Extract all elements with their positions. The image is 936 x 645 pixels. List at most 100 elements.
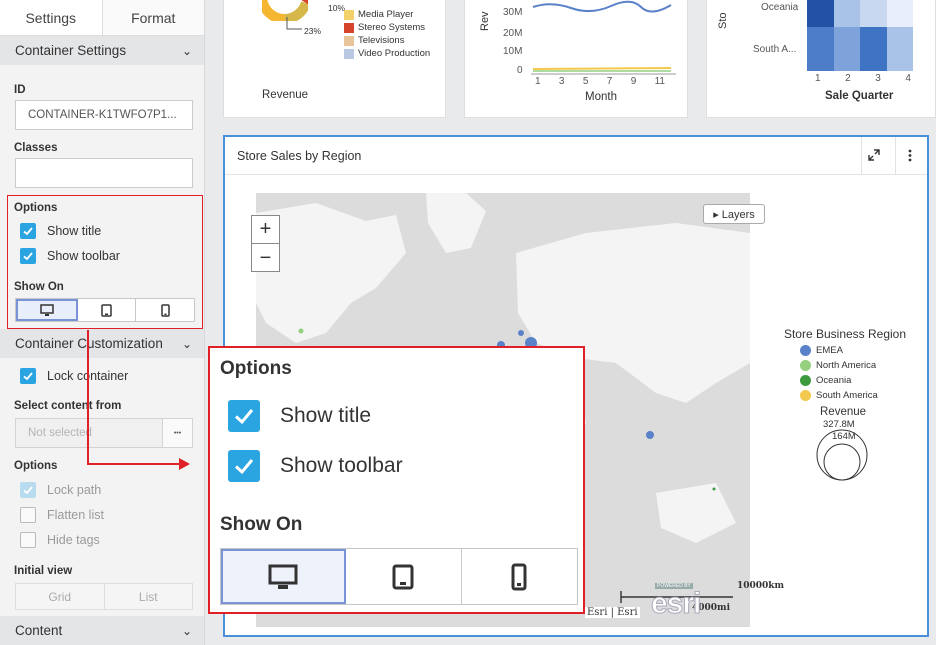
checkbox-checked-icon — [228, 450, 260, 482]
legend-dot — [800, 390, 811, 401]
map-legend-item: EMEA — [800, 343, 920, 358]
scale-km: 10000km — [737, 581, 785, 591]
series-line-low — [532, 67, 672, 70]
lock-path-label: Lock path — [47, 483, 102, 497]
legend-swatch — [344, 48, 354, 59]
flatten-list-checkbox[interactable]: Flatten list — [20, 507, 104, 523]
map-attribution[interactable]: Esri | Esri — [585, 607, 640, 618]
container-settings-header[interactable]: Container Settings ⌄ — [0, 36, 204, 65]
x-tick: 3 — [558, 76, 565, 87]
id-label: ID — [14, 84, 26, 96]
legend-dot — [800, 345, 811, 356]
pie-legend-item: Televisions — [344, 34, 430, 47]
heatmap-row-label: Oceania — [761, 2, 799, 13]
callout-options-label: Options — [220, 358, 292, 379]
settings-panel: Settings Format Container Settings ⌄ ID … — [0, 0, 205, 645]
chevron-down-icon: ⌄ — [181, 43, 192, 58]
callout-show-toolbar-checkbox[interactable]: Show toolbar — [228, 450, 403, 482]
phone-icon — [511, 563, 527, 590]
view-list-button[interactable]: List — [105, 584, 193, 609]
expand-icon[interactable] — [868, 149, 880, 161]
map-legend-item: South America — [800, 388, 920, 403]
heatmap-cell — [833, 27, 860, 71]
callout-show-toolbar-label: Show toolbar — [280, 454, 403, 477]
legend-swatch — [344, 35, 354, 46]
desktop-icon — [268, 564, 298, 589]
heatmap-y-axis-title: Sto — [717, 12, 729, 29]
callout-arrow — [87, 330, 190, 470]
pie-slice — [301, 0, 308, 5]
tab-format[interactable]: Format — [102, 0, 204, 35]
tablet-icon — [392, 564, 414, 589]
checkbox-checked-icon — [228, 400, 260, 432]
id-field[interactable]: CONTAINER-K1TWFO7P1... — [15, 100, 193, 130]
x-tick: 3 — [875, 73, 881, 84]
x-tick: 1 — [815, 73, 821, 84]
y-tick: 0 — [517, 65, 523, 76]
heatmap-x-ticks: 1 2 3 4 — [815, 73, 911, 84]
legend-label: Video Production — [358, 48, 431, 59]
more-vertical-icon[interactable] — [908, 149, 912, 162]
legend-dot — [800, 375, 811, 386]
hide-tags-checkbox[interactable]: Hide tags — [20, 532, 100, 548]
flatten-list-label: Flatten list — [47, 508, 104, 522]
heatmap-x-axis-title: Sale Quarter — [825, 90, 894, 102]
classes-label: Classes — [14, 142, 58, 154]
revenue-line-card[interactable]: Rev 30M 20M 10M 0 1 3 5 7 9 11 Month — [464, 0, 688, 118]
callout-show-title-checkbox[interactable]: Show title — [228, 400, 371, 432]
legend-items: EMEA North America Oceania South America — [770, 343, 920, 403]
checkbox-unchecked-icon — [20, 507, 36, 523]
initial-view-selector: Grid List — [15, 583, 193, 610]
map-panel-title: Store Sales by Region — [237, 149, 362, 163]
hide-tags-label: Hide tags — [47, 533, 100, 547]
legend-swatch — [344, 9, 354, 20]
pie-legend-item: Video Production — [344, 47, 430, 60]
checkbox-unchecked-icon — [20, 532, 36, 548]
pie-legend: ComputersMedia PlayerStereo SystemsTelev… — [344, 0, 430, 60]
revenue-pie-card[interactable]: 10% 23% ComputersMedia PlayerStereo Syst… — [223, 0, 446, 118]
legend-label: Televisions — [358, 35, 405, 46]
callout-desktop-button[interactable] — [221, 549, 346, 604]
store-heatmap-card[interactable]: Sto Oceania South A... 1 2 3 4 Sale Quar… — [706, 0, 936, 118]
tab-settings[interactable]: Settings — [0, 0, 103, 35]
callout-phone-button[interactable] — [462, 549, 577, 604]
checkbox-checked-icon — [20, 482, 36, 498]
content-header[interactable]: Content ⌄ — [0, 616, 204, 645]
heatmap-row-label: South A... — [753, 44, 797, 55]
options-zoom-callout: Options Show title Show toolbar Show On — [208, 346, 585, 614]
heatmap-cell — [886, 0, 913, 27]
marker-emea — [646, 431, 654, 439]
marker-oceania — [712, 487, 716, 491]
heatmap-cell — [833, 0, 860, 27]
callout-tablet-button[interactable] — [346, 549, 462, 604]
pie-label-23: 23% — [304, 26, 322, 36]
legend-size-title: Revenue — [820, 406, 867, 418]
pie-leader-line — [286, 17, 302, 30]
legend-label: Stereo Systems — [358, 22, 426, 33]
pie-label-10: 10% — [328, 3, 346, 13]
heatmap-cell — [860, 27, 887, 71]
heatmap-cell — [807, 0, 834, 27]
map-legend-item: North America — [800, 358, 920, 373]
checkbox-checked-icon — [20, 368, 36, 384]
legend-label: Media Player — [358, 9, 414, 20]
header-divider — [861, 137, 862, 174]
pie-title: Revenue — [262, 89, 309, 101]
y-tick: 20M — [503, 28, 523, 39]
heatmap-cell — [807, 27, 834, 71]
header-separator — [225, 174, 927, 175]
marker-emea — [518, 330, 524, 336]
map-legend: Store Business Region EMEA North America O… — [770, 327, 920, 488]
view-grid-button[interactable]: Grid — [16, 584, 105, 609]
x-tick: 11 — [654, 76, 665, 87]
line-plot — [531, 0, 676, 75]
classes-input[interactable] — [15, 158, 193, 188]
container-settings-title: Container Settings — [15, 43, 127, 58]
callout-show-title-label: Show title — [280, 404, 372, 427]
content-title: Content — [15, 623, 63, 638]
esri-logo: POWERED BY esri — [650, 583, 707, 623]
callout-device-selector — [220, 548, 578, 605]
lock-path-checkbox[interactable]: Lock path — [20, 482, 101, 498]
pie-slice — [262, 0, 286, 21]
pie-legend-item: Media Player — [344, 8, 430, 21]
